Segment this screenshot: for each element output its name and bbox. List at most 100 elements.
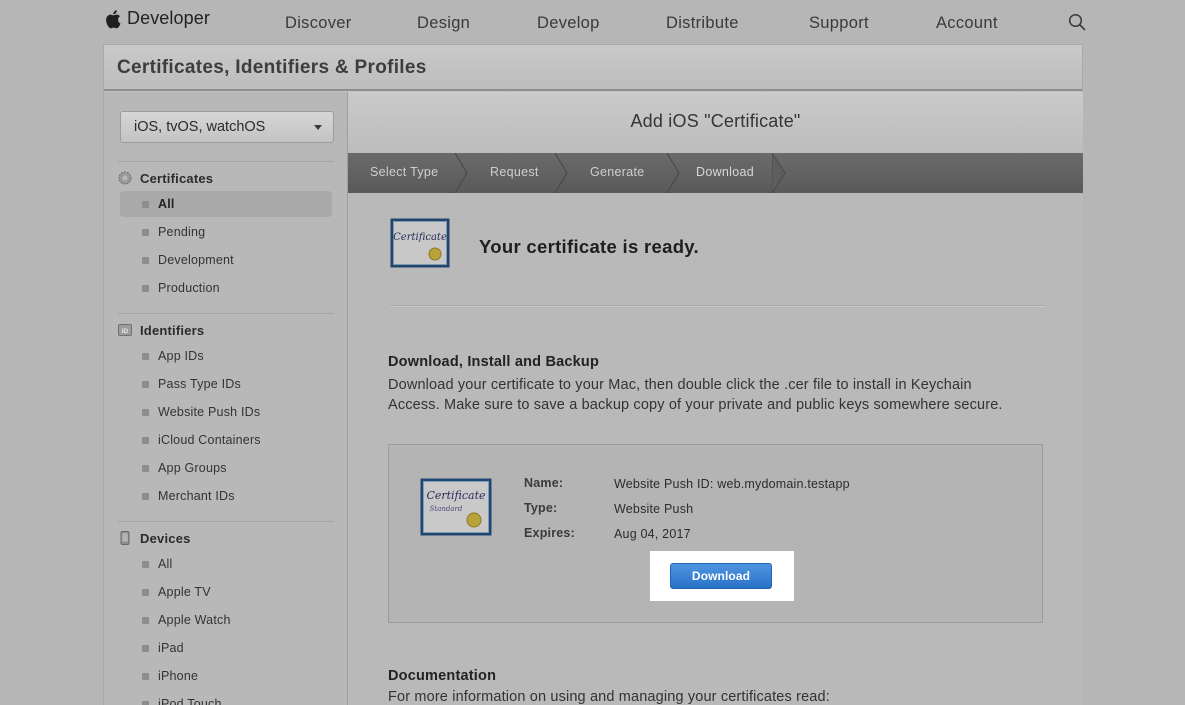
sidebar-item-label: Website Push IDs xyxy=(158,405,261,419)
download-instructions: Download your certificate to your Mac, t… xyxy=(388,375,1028,415)
download-instructions-line-2: Access. Make sure to save a backup copy … xyxy=(388,397,1003,413)
bullet xyxy=(142,616,149,624)
section-title: Certificates xyxy=(140,170,214,186)
bullet xyxy=(142,700,149,705)
sidebar-item-development[interactable]: Development xyxy=(120,247,332,273)
sidebar-item-label: All xyxy=(158,557,173,571)
svg-text:ID: ID xyxy=(122,328,129,335)
step-select-type: Select Type xyxy=(370,165,439,179)
bullet xyxy=(142,588,149,596)
section-certificates: Certificates xyxy=(118,168,213,188)
type-value: Website Push xyxy=(614,502,694,516)
bullet xyxy=(142,284,149,292)
expires-label: Expires: xyxy=(524,526,575,540)
ready-message: Your certificate is ready. xyxy=(479,236,699,257)
nav-link-discover[interactable]: Discover xyxy=(285,14,352,33)
bullet xyxy=(142,560,149,568)
download-button[interactable]: Download xyxy=(670,563,772,589)
nav-link-design[interactable]: Design xyxy=(417,14,470,33)
sidebar-item-label: iPad xyxy=(158,641,184,655)
step-download: Download xyxy=(696,165,754,179)
svg-text:Certificate: Certificate xyxy=(393,232,447,243)
main-panel: Certificates, Identifiers & Profiles iOS… xyxy=(103,44,1083,705)
section-identifiers: ID Identifiers xyxy=(118,320,204,340)
sidebar-item-label: iCloud Containers xyxy=(158,433,261,447)
sidebar-item-label: iPhone xyxy=(158,669,199,683)
type-label: Type: xyxy=(524,501,558,515)
expires-value: Aug 04, 2017 xyxy=(614,527,691,541)
certificate-icon: Certificate Standard xyxy=(420,478,492,536)
sidebar-item-app-ids[interactable]: App IDs xyxy=(120,343,332,369)
sidebar-item-pass-type-ids[interactable]: Pass Type IDs xyxy=(120,371,332,397)
sidebar-item-label: Development xyxy=(158,253,234,267)
svg-text:Standard: Standard xyxy=(430,505,463,513)
section-title: Devices xyxy=(140,530,191,546)
search-icon[interactable] xyxy=(1068,13,1086,31)
page-title: Certificates, Identifiers & Profiles xyxy=(117,57,427,78)
download-instructions-line-1: Download your certificate to your Mac, t… xyxy=(388,377,972,393)
sidebar-item-app-groups[interactable]: App Groups xyxy=(120,455,332,481)
apple-logo-icon xyxy=(106,9,121,28)
bullet xyxy=(142,380,149,388)
nav-link-account[interactable]: Account xyxy=(936,14,998,33)
bullet xyxy=(142,256,149,264)
sidebar-item-label: Pass Type IDs xyxy=(158,377,241,391)
nav-link-develop[interactable]: Develop xyxy=(537,14,600,33)
platform-dropdown[interactable]: iOS, tvOS, watchOS xyxy=(120,111,334,143)
divider xyxy=(118,161,334,162)
sidebar-item-label: App Groups xyxy=(158,461,227,475)
sidebar-item-ipod-touch[interactable]: iPod Touch xyxy=(120,691,332,705)
sidebar-item-pending[interactable]: Pending xyxy=(120,219,332,245)
documentation-heading: Documentation xyxy=(388,668,497,684)
sidebar-item-devices-all[interactable]: All xyxy=(120,551,332,577)
svg-text:Certificate: Certificate xyxy=(426,489,486,502)
phone-icon xyxy=(120,531,130,545)
sidebar-item-iphone[interactable]: iPhone xyxy=(120,663,332,689)
nav-link-support[interactable]: Support xyxy=(809,14,869,33)
step-request: Request xyxy=(490,165,539,179)
chevron-right-icon xyxy=(554,153,568,193)
chevron-right-icon xyxy=(454,153,468,193)
sidebar-item-apple-watch[interactable]: Apple Watch xyxy=(120,607,332,633)
sidebar-item-label: Apple Watch xyxy=(158,613,231,627)
certificate-gear-icon xyxy=(118,171,132,185)
sidebar-item-ipad[interactable]: iPad xyxy=(120,635,332,661)
brand-label: Developer xyxy=(127,8,210,28)
bullet xyxy=(142,464,149,472)
bullet xyxy=(142,228,149,236)
bullet xyxy=(142,436,149,444)
sidebar-item-website-push-ids[interactable]: Website Push IDs xyxy=(120,399,332,425)
bullet xyxy=(142,672,149,680)
divider xyxy=(118,521,334,522)
sidebar-item-label: All xyxy=(158,197,175,211)
download-button-highlight: Download xyxy=(650,551,794,601)
name-label: Name: xyxy=(524,476,564,490)
sidebar-item-label: App IDs xyxy=(158,349,204,363)
content-title: Add iOS "Certificate" xyxy=(630,111,801,131)
id-badge-icon: ID xyxy=(118,324,132,336)
sidebar-item-label: Merchant IDs xyxy=(158,489,235,503)
documentation-text: For more information on using and managi… xyxy=(388,689,830,705)
step-generate: Generate xyxy=(590,165,645,179)
chevron-right-icon xyxy=(666,153,680,193)
developer-logo[interactable]: Developer xyxy=(104,8,210,29)
nav-link-distribute[interactable]: Distribute xyxy=(666,14,739,33)
download-section-heading: Download, Install and Backup xyxy=(388,354,600,370)
bullet xyxy=(142,352,149,360)
bullet xyxy=(142,408,149,416)
section-devices: Devices xyxy=(118,528,191,548)
step-progress-bar: Select Type Request Generate Download xyxy=(348,153,1083,193)
bullet xyxy=(142,200,149,208)
section-title: Identifiers xyxy=(140,322,205,338)
sidebar-item-production[interactable]: Production xyxy=(120,275,332,301)
sidebar-item-icloud-containers[interactable]: iCloud Containers xyxy=(120,427,332,453)
platform-dropdown-value: iOS, tvOS, watchOS xyxy=(134,119,266,135)
divider xyxy=(118,313,334,314)
top-navigation: Developer Discover Design Develop Distri… xyxy=(0,0,1185,46)
sidebar-item-certificates-all[interactable]: All xyxy=(120,191,332,217)
sidebar: iOS, tvOS, watchOS Certificates All Pend… xyxy=(104,92,348,705)
chevron-down-icon xyxy=(314,125,322,130)
sidebar-item-apple-tv[interactable]: Apple TV xyxy=(120,579,332,605)
certificate-icon: Certificate xyxy=(390,218,450,268)
sidebar-item-merchant-ids[interactable]: Merchant IDs xyxy=(120,483,332,509)
